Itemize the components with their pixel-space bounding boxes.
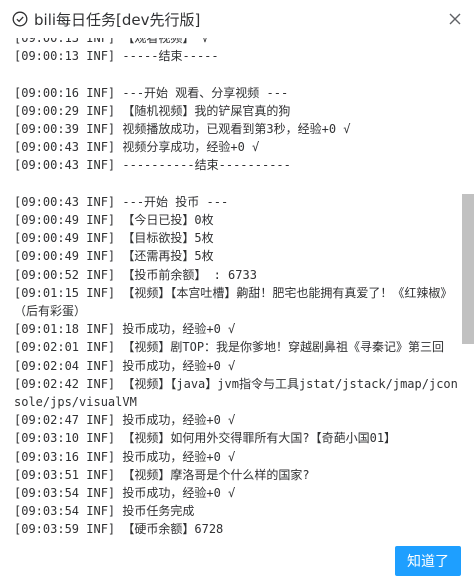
dialog-title: bili每日任务[dev先行版] <box>34 11 201 29</box>
check-circle-icon <box>12 11 28 27</box>
dialog-header: bili每日任务[dev先行版] <box>0 0 474 38</box>
log-line: [09:03:16 INF] 投币成功，经验+0 √ <box>14 449 236 464</box>
log-scrollbar[interactable] <box>462 38 474 538</box>
log-line: [09:00:49 INF] 【目标欲投】5枚 <box>14 231 214 246</box>
log-line: [09:03:51 INF] 【视频】摩洛哥是个什么样的国家? <box>14 467 310 482</box>
log-line: [09:03:59 INF] 【硬币余额】6728 <box>14 522 224 537</box>
log-line: [09:03:10 INF] 【视频】如何用外交得罪所有大国?【奇葩小国01】 <box>14 431 397 446</box>
dialog-footer: 知道了 <box>0 538 474 579</box>
task-result-dialog: bili每日任务[dev先行版] [09:00:13 INF] 【观看视频】 √… <box>0 0 474 579</box>
log-line: [09:02:01 INF] 【视频】剧TOP：我是你爹地！穿越剧鼻祖《寻秦记》… <box>14 340 445 355</box>
log-output[interactable]: [09:00:13 INF] 【观看视频】 √ [09:00:13 INF] --… <box>14 38 460 538</box>
scrollbar-thumb[interactable] <box>462 194 474 344</box>
log-line: [09:00:39 INF] 视频播放成功，已观看到第3秒，经验+0 √ <box>14 122 351 136</box>
log-line: [09:00:13 INF] -----结束----- <box>14 49 219 64</box>
log-line: [09:01:15 INF] 【视频】【本宫吐槽】齁甜！肥宅也能拥有真爱了！《红… <box>14 285 453 319</box>
log-line: [09:02:42 INF] 【视频】【java】jvm指令与工具jstat/j… <box>14 376 458 410</box>
ok-button[interactable]: 知道了 <box>395 546 461 576</box>
log-line: [09:03:54 INF] 投币任务完成 <box>14 504 195 519</box>
log-line: [09:00:49 INF] 【还需再投】5枚 <box>14 249 214 264</box>
log-line: [09:00:43 INF] ---开始 投币 --- <box>14 194 229 209</box>
log-line: [09:00:16 INF] ---开始 观看、分享视频 --- <box>14 85 289 100</box>
close-icon[interactable] <box>447 11 463 27</box>
log-text: [09:00:13 INF] 【观看视频】 √ [09:00:13 INF] --… <box>14 38 460 538</box>
log-line: [09:00:49 INF] 【今日已投】0枚 <box>14 213 214 227</box>
log-line: [09:00:43 INF] 视频分享成功，经验+0 √ <box>14 140 260 155</box>
log-line: [09:02:04 INF] 投币成功，经验+0 √ <box>14 358 236 373</box>
log-line: [09:00:43 INF] ----------结束---------- <box>14 158 291 173</box>
log-line: [09:00:29 INF] 【随机视频】我的铲屎官真的狗 <box>14 103 291 118</box>
log-line: [09:02:47 INF] 投币成功，经验+0 √ <box>14 413 236 428</box>
log-line: [09:00:13 INF] 【观看视频】 √ <box>14 38 209 45</box>
log-line: [09:00:52 INF] 【投币前余额】 : 6733 <box>14 267 257 282</box>
log-line: [09:03:54 INF] 投币成功，经验+0 √ <box>14 486 236 501</box>
log-line: [09:01:18 INF] 投币成功，经验+0 √ <box>14 322 236 337</box>
